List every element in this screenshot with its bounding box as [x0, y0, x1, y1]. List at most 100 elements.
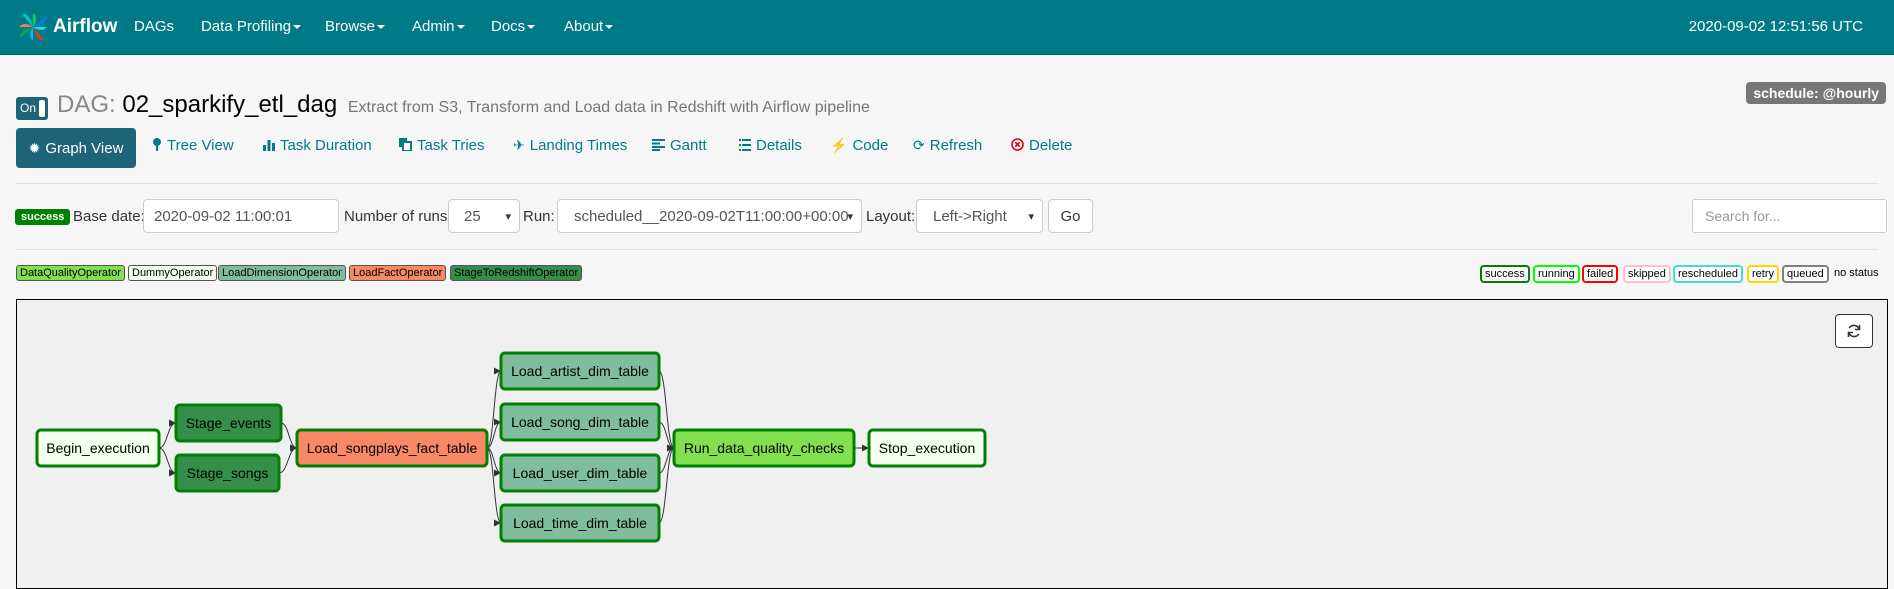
- task-node-label: Load_song_dim_table: [511, 414, 649, 430]
- tab-task-tries[interactable]: Task Tries: [399, 137, 485, 154]
- refresh-icon: ⟳: [913, 137, 925, 153]
- base-date-input[interactable]: 2020-09-02 11:00:01: [143, 199, 339, 233]
- utc-clock: 2020-09-02 12:51:56 UTC: [1688, 18, 1863, 35]
- chevron-down-icon: ▾: [1028, 211, 1034, 223]
- tab-label: Gantt: [670, 137, 707, 154]
- nav-data-profiling[interactable]: Data Profiling: [201, 18, 302, 35]
- run-label: Run:: [523, 208, 555, 225]
- tab-details[interactable]: Details: [739, 137, 802, 154]
- tab-label: Landing Times: [529, 137, 628, 154]
- state-legend-rescheduled[interactable]: rescheduled: [1673, 265, 1743, 283]
- num-runs-value: 25: [464, 207, 481, 225]
- caret-down-icon: [293, 25, 302, 30]
- task-node-label: Stage_events: [186, 415, 272, 431]
- nav-dags[interactable]: DAGs: [134, 18, 174, 35]
- search-input[interactable]: [1692, 199, 1887, 233]
- tab-tree-view[interactable]: Tree View: [152, 137, 234, 154]
- tab-delete[interactable]: Delete: [1011, 137, 1072, 154]
- chevron-down-icon: ▾: [505, 211, 511, 223]
- align-left-icon: [652, 138, 665, 154]
- task-node-label: Stop_execution: [879, 440, 976, 456]
- navbar: Airflow DAGs Data Profiling Browse Admin…: [0, 0, 1894, 55]
- tab-label: Refresh: [929, 137, 983, 154]
- operator-legend-item: DummyOperator: [128, 265, 218, 281]
- airflow-pinwheel-icon: [19, 13, 47, 41]
- state-legend-running[interactable]: running: [1533, 265, 1580, 283]
- task-node-label: Load_artist_dim_table: [511, 363, 649, 379]
- task-node-dim_song[interactable]: Load_song_dim_table: [499, 402, 661, 442]
- graph-edge: [158, 447, 177, 477]
- schedule-badge: schedule: @hourly: [1746, 82, 1886, 104]
- tab-label: Delete: [1029, 137, 1073, 154]
- dag-graph-svg: Begin_execution Stage_events Stage_songs Lo…: [35, 351, 987, 543]
- graph-edge: [278, 444, 298, 474]
- operator-legend-item: DataQualityOperator: [16, 265, 125, 281]
- state-legend-failed[interactable]: failed: [1582, 265, 1619, 283]
- dag-description: Extract from S3, Transform and Load data…: [347, 99, 870, 116]
- tab-code[interactable]: ⚡ Code: [830, 137, 888, 154]
- state-legend-retry[interactable]: retry: [1747, 265, 1779, 283]
- run-value: scheduled__2020-09-02T11:00:00+00:00: [574, 207, 849, 225]
- nav-docs[interactable]: Docs: [491, 18, 536, 35]
- divider: [16, 183, 1878, 184]
- nav-about-label: About: [564, 18, 604, 35]
- caret-down-icon: [456, 25, 465, 30]
- state-legend-queued[interactable]: queued: [1782, 265, 1829, 283]
- nav-browse[interactable]: Browse: [325, 18, 386, 35]
- task-node-stage_songs[interactable]: Stage_songs: [174, 453, 281, 493]
- layout-label: Layout:: [866, 208, 916, 225]
- base-date-label: Base date:: [73, 208, 145, 225]
- brand-link[interactable]: Airflow: [16, 11, 117, 43]
- run-select[interactable]: scheduled__2020-09-02T11:00:00+00:00 ▾: [557, 199, 862, 233]
- state-legend-success[interactable]: success: [1480, 265, 1530, 283]
- nav-data-profiling-label: Data Profiling: [201, 18, 292, 35]
- task-node-dq[interactable]: Run_data_quality_checks: [672, 428, 856, 468]
- task-node-dim_user[interactable]: Load_user_dim_table: [499, 453, 661, 493]
- dag-id: 02_sparkify_etl_dag: [122, 91, 338, 118]
- layout-select[interactable]: Left->Right ▾: [916, 199, 1043, 233]
- tab-label: Task Duration: [280, 137, 372, 154]
- tab-graph-view[interactable]: ✹ Graph View: [16, 128, 136, 168]
- operator-legend-item: LoadFactOperator: [349, 265, 447, 281]
- task-node-stop[interactable]: Stop_execution: [867, 428, 987, 468]
- nav-admin[interactable]: Admin: [412, 18, 465, 35]
- base-date-value: 2020-09-02 11:00:01: [154, 207, 293, 225]
- tab-task-duration[interactable]: Task Duration: [263, 137, 372, 154]
- graph-refresh-button[interactable]: [1835, 314, 1873, 348]
- refresh-icon: [1847, 324, 1861, 338]
- task-node-load_fact[interactable]: Load_songplays_fact_table: [295, 428, 489, 468]
- divider: [16, 249, 1878, 250]
- sun-icon: ✹: [28, 139, 41, 156]
- dag-pause-toggle[interactable]: On: [16, 97, 48, 120]
- tree-icon: [152, 137, 162, 154]
- go-button[interactable]: Go: [1048, 199, 1093, 233]
- num-runs-select[interactable]: 25 ▾: [448, 199, 520, 233]
- dag-graph-canvas[interactable]: Begin_execution Stage_events Stage_songs Lo…: [16, 299, 1888, 589]
- nav-browse-label: Browse: [325, 18, 376, 35]
- task-node-dim_artist[interactable]: Load_artist_dim_table: [499, 351, 661, 391]
- nav-about[interactable]: About: [564, 18, 614, 35]
- tab-label: Graph View: [45, 139, 124, 157]
- task-node-stage_events[interactable]: Stage_events: [174, 403, 283, 443]
- chevron-down-icon: ▾: [847, 211, 853, 223]
- no-status-legend: no status: [1834, 267, 1879, 279]
- state-legend-skipped[interactable]: skipped: [1623, 265, 1671, 283]
- toggle-label: On: [20, 101, 37, 115]
- task-node-label: Load_user_dim_table: [513, 465, 648, 481]
- task-node-dim_time[interactable]: Load_time_dim_table: [499, 503, 661, 543]
- task-node-begin[interactable]: Begin_execution: [35, 428, 161, 468]
- page-title: DAG: 02_sparkify_etl_dag Extract from S3…: [57, 91, 870, 119]
- tab-gantt[interactable]: Gantt: [652, 137, 707, 154]
- tab-refresh[interactable]: ⟳ Refresh: [913, 137, 982, 154]
- nav-dags-label: DAGs: [134, 18, 175, 35]
- graph-edge: [280, 422, 298, 452]
- tab-landing-times[interactable]: ✈ Landing Times: [513, 137, 627, 154]
- operator-legend-item: LoadDimensionOperator: [218, 265, 346, 281]
- task-node-label: Begin_execution: [46, 440, 150, 456]
- nav-admin-label: Admin: [412, 18, 455, 35]
- plane-icon: ✈: [513, 137, 525, 153]
- task-node-label: Load_songplays_fact_table: [307, 440, 478, 456]
- tab-label: Task Tries: [417, 137, 485, 154]
- stats-icon: [263, 138, 275, 154]
- num-runs-label: Number of runs:: [344, 208, 452, 225]
